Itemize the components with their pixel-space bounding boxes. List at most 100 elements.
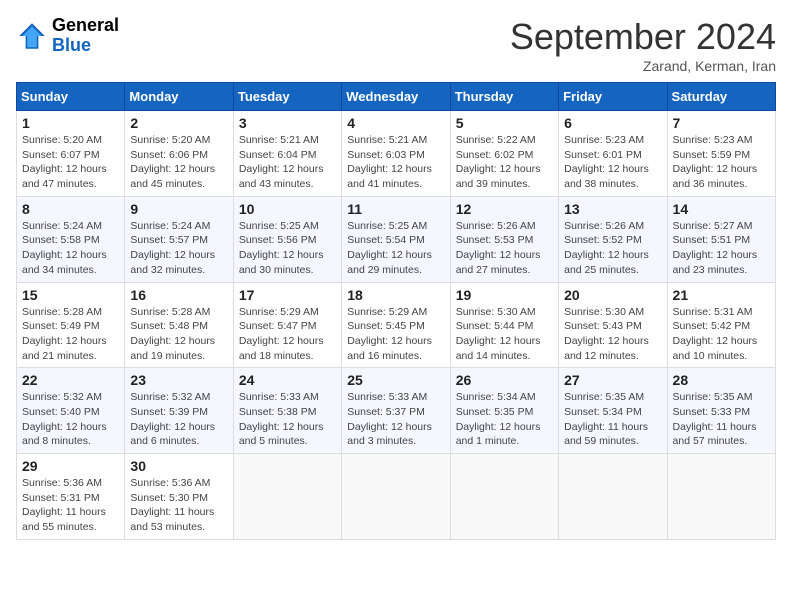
title-area: September 2024 Zarand, Kerman, Iran (510, 16, 776, 74)
calendar-cell: 11 Sunrise: 5:25 AM Sunset: 5:54 PM Dayli… (342, 196, 450, 282)
calendar-week-5: 29 Sunrise: 5:36 AM Sunset: 5:31 PM Dayli… (17, 454, 776, 540)
calendar-week-2: 8 Sunrise: 5:24 AM Sunset: 5:58 PM Daylig… (17, 196, 776, 282)
weekday-header-sunday: Sunday (17, 83, 125, 111)
day-info: Sunrise: 5:31 AM Sunset: 5:42 PM Dayligh… (673, 305, 770, 364)
day-number: 4 (347, 115, 444, 131)
day-info: Sunrise: 5:25 AM Sunset: 5:54 PM Dayligh… (347, 219, 444, 278)
calendar-cell: 26 Sunrise: 5:34 AM Sunset: 5:35 PM Dayli… (450, 368, 558, 454)
calendar-week-1: 1 Sunrise: 5:20 AM Sunset: 6:07 PM Daylig… (17, 111, 776, 197)
calendar-cell: 7 Sunrise: 5:23 AM Sunset: 5:59 PM Daylig… (667, 111, 775, 197)
day-info: Sunrise: 5:35 AM Sunset: 5:34 PM Dayligh… (564, 390, 661, 449)
calendar-cell (559, 454, 667, 540)
day-number: 9 (130, 201, 227, 217)
day-info: Sunrise: 5:36 AM Sunset: 5:30 PM Dayligh… (130, 476, 227, 535)
day-info: Sunrise: 5:28 AM Sunset: 5:48 PM Dayligh… (130, 305, 227, 364)
day-number: 21 (673, 287, 770, 303)
location-subtitle: Zarand, Kerman, Iran (510, 58, 776, 74)
calendar-cell: 30Sunrise: 5:36 AM Sunset: 5:30 PM Dayli… (125, 454, 233, 540)
day-number: 7 (673, 115, 770, 131)
day-info: Sunrise: 5:30 AM Sunset: 5:44 PM Dayligh… (456, 305, 553, 364)
calendar-cell: 22 Sunrise: 5:32 AM Sunset: 5:40 PM Dayli… (17, 368, 125, 454)
day-info: Sunrise: 5:28 AM Sunset: 5:49 PM Dayligh… (22, 305, 119, 364)
day-number: 11 (347, 201, 444, 217)
calendar-cell: 2 Sunrise: 5:20 AM Sunset: 6:06 PM Daylig… (125, 111, 233, 197)
day-number: 8 (22, 201, 119, 217)
calendar-cell: 21 Sunrise: 5:31 AM Sunset: 5:42 PM Dayli… (667, 282, 775, 368)
day-number: 18 (347, 287, 444, 303)
day-number: 27 (564, 372, 661, 388)
day-info: Sunrise: 5:30 AM Sunset: 5:43 PM Dayligh… (564, 305, 661, 364)
logo: General Blue (16, 16, 119, 56)
day-number: 6 (564, 115, 661, 131)
calendar-cell: 4Sunrise: 5:21 AM Sunset: 6:03 PM Daylig… (342, 111, 450, 197)
calendar-cell: 12 Sunrise: 5:26 AM Sunset: 5:53 PM Dayli… (450, 196, 558, 282)
month-title: September 2024 (510, 16, 776, 58)
day-info: Sunrise: 5:34 AM Sunset: 5:35 PM Dayligh… (456, 390, 553, 449)
day-number: 1 (22, 115, 119, 131)
calendar-cell: 3 Sunrise: 5:21 AM Sunset: 6:04 PM Daylig… (233, 111, 341, 197)
day-info: Sunrise: 5:26 AM Sunset: 5:53 PM Dayligh… (456, 219, 553, 278)
calendar-cell: 1 Sunrise: 5:20 AM Sunset: 6:07 PM Daylig… (17, 111, 125, 197)
day-number: 22 (22, 372, 119, 388)
logo-text: General Blue (52, 16, 119, 56)
day-number: 20 (564, 287, 661, 303)
calendar-cell: 24Sunrise: 5:33 AM Sunset: 5:38 PM Dayli… (233, 368, 341, 454)
day-info: Sunrise: 5:32 AM Sunset: 5:39 PM Dayligh… (130, 390, 227, 449)
calendar-cell: 6 Sunrise: 5:23 AM Sunset: 6:01 PM Daylig… (559, 111, 667, 197)
day-info: Sunrise: 5:32 AM Sunset: 5:40 PM Dayligh… (22, 390, 119, 449)
weekday-header-row: SundayMondayTuesdayWednesdayThursdayFrid… (17, 83, 776, 111)
day-info: Sunrise: 5:24 AM Sunset: 5:58 PM Dayligh… (22, 219, 119, 278)
calendar-cell: 18Sunrise: 5:29 AM Sunset: 5:45 PM Dayli… (342, 282, 450, 368)
day-number: 28 (673, 372, 770, 388)
day-info: Sunrise: 5:35 AM Sunset: 5:33 PM Dayligh… (673, 390, 770, 449)
calendar-week-3: 15 Sunrise: 5:28 AM Sunset: 5:49 PM Dayli… (17, 282, 776, 368)
day-number: 15 (22, 287, 119, 303)
day-info: Sunrise: 5:33 AM Sunset: 5:38 PM Dayligh… (239, 390, 336, 449)
day-info: Sunrise: 5:29 AM Sunset: 5:47 PM Dayligh… (239, 305, 336, 364)
calendar-cell: 15 Sunrise: 5:28 AM Sunset: 5:49 PM Dayli… (17, 282, 125, 368)
weekday-header-friday: Friday (559, 83, 667, 111)
header: General Blue September 2024 Zarand, Kerm… (16, 16, 776, 74)
day-info: Sunrise: 5:22 AM Sunset: 6:02 PM Dayligh… (456, 133, 553, 192)
day-info: Sunrise: 5:26 AM Sunset: 5:52 PM Dayligh… (564, 219, 661, 278)
day-number: 14 (673, 201, 770, 217)
calendar-cell (342, 454, 450, 540)
day-info: Sunrise: 5:36 AM Sunset: 5:31 PM Dayligh… (22, 476, 119, 535)
day-number: 23 (130, 372, 227, 388)
day-info: Sunrise: 5:25 AM Sunset: 5:56 PM Dayligh… (239, 219, 336, 278)
calendar-cell: 10 Sunrise: 5:25 AM Sunset: 5:56 PM Dayli… (233, 196, 341, 282)
day-number: 29 (22, 458, 119, 474)
weekday-header-monday: Monday (125, 83, 233, 111)
day-info: Sunrise: 5:23 AM Sunset: 5:59 PM Dayligh… (673, 133, 770, 192)
day-info: Sunrise: 5:20 AM Sunset: 6:06 PM Dayligh… (130, 133, 227, 192)
day-number: 13 (564, 201, 661, 217)
day-info: Sunrise: 5:23 AM Sunset: 6:01 PM Dayligh… (564, 133, 661, 192)
day-number: 2 (130, 115, 227, 131)
calendar-cell: 23 Sunrise: 5:32 AM Sunset: 5:39 PM Dayli… (125, 368, 233, 454)
day-info: Sunrise: 5:24 AM Sunset: 5:57 PM Dayligh… (130, 219, 227, 278)
weekday-header-saturday: Saturday (667, 83, 775, 111)
day-number: 10 (239, 201, 336, 217)
calendar-cell: 25Sunrise: 5:33 AM Sunset: 5:37 PM Dayli… (342, 368, 450, 454)
day-number: 26 (456, 372, 553, 388)
calendar-cell: 9 Sunrise: 5:24 AM Sunset: 5:57 PM Daylig… (125, 196, 233, 282)
calendar-cell: 16Sunrise: 5:28 AM Sunset: 5:48 PM Dayli… (125, 282, 233, 368)
calendar-cell: 29 Sunrise: 5:36 AM Sunset: 5:31 PM Dayli… (17, 454, 125, 540)
calendar-week-4: 22 Sunrise: 5:32 AM Sunset: 5:40 PM Dayli… (17, 368, 776, 454)
calendar-cell: 8 Sunrise: 5:24 AM Sunset: 5:58 PM Daylig… (17, 196, 125, 282)
day-number: 12 (456, 201, 553, 217)
weekday-header-thursday: Thursday (450, 83, 558, 111)
day-number: 19 (456, 287, 553, 303)
day-info: Sunrise: 5:21 AM Sunset: 6:04 PM Dayligh… (239, 133, 336, 192)
day-number: 17 (239, 287, 336, 303)
calendar-cell: 20 Sunrise: 5:30 AM Sunset: 5:43 PM Dayli… (559, 282, 667, 368)
day-info: Sunrise: 5:27 AM Sunset: 5:51 PM Dayligh… (673, 219, 770, 278)
calendar-cell: 27 Sunrise: 5:35 AM Sunset: 5:34 PM Dayli… (559, 368, 667, 454)
day-number: 25 (347, 372, 444, 388)
day-info: Sunrise: 5:20 AM Sunset: 6:07 PM Dayligh… (22, 133, 119, 192)
weekday-header-tuesday: Tuesday (233, 83, 341, 111)
weekday-header-wednesday: Wednesday (342, 83, 450, 111)
calendar-cell (233, 454, 341, 540)
day-number: 3 (239, 115, 336, 131)
calendar-cell (667, 454, 775, 540)
